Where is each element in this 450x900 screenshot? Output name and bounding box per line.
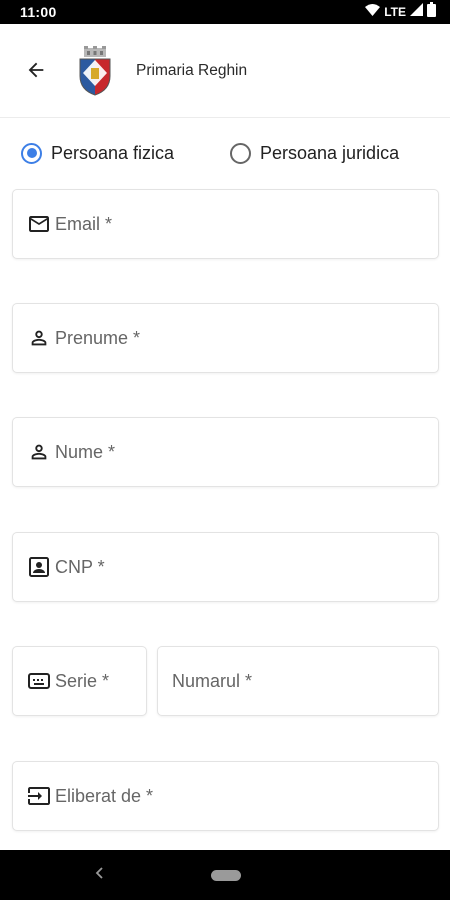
keyboard-icon [26,668,52,694]
system-nav-bar [0,850,450,900]
app-bar: Primaria Reghin [0,24,450,118]
signal-icon [410,3,423,21]
series-field[interactable]: Serie * [12,646,147,716]
cnp-placeholder: CNP * [55,556,105,577]
input-icon [26,783,52,809]
city-crest-logo [78,46,112,96]
number-field[interactable]: Numarul * [157,646,439,716]
status-icons: LTE [365,2,436,22]
status-time: 11:00 [20,4,57,20]
issued-by-placeholder: Eliberat de * [55,785,154,806]
status-bar: 11:00 LTE [0,0,450,24]
id-card-icon [26,554,52,580]
last-name-placeholder: Nume * [55,441,116,462]
email-field[interactable]: Email * [12,189,439,259]
first-name-placeholder: Prenume * [55,327,141,348]
person-icon [26,439,52,465]
person-icon [26,325,52,351]
chevron-left-icon [94,866,106,885]
last-name-field[interactable]: Nume * [12,417,439,487]
issued-by-field[interactable]: Eliberat de * [12,761,439,831]
back-button[interactable] [20,56,52,88]
first-name-field[interactable]: Prenume * [12,303,439,373]
radio-checked-icon[interactable] [21,142,42,164]
nav-home-pill[interactable] [211,870,241,881]
radio-persoana-fizica[interactable]: Persoana fizica [21,136,174,170]
page-title: Primaria Reghin [136,62,248,79]
mail-icon [26,211,52,237]
number-placeholder: Numarul * [172,670,253,691]
radio-unchecked-icon[interactable] [230,142,251,164]
battery-icon [427,2,436,22]
network-type: LTE [384,5,406,19]
series-placeholder: Serie * [55,670,110,691]
wifi-icon [365,3,381,21]
nav-back-button[interactable] [88,863,112,887]
person-type-selector: Persoana fizica Persoana juridica [0,136,450,170]
radio-label: Persoana fizica [51,142,175,163]
email-placeholder: Email * [55,213,113,234]
cnp-field[interactable]: CNP * [12,532,439,602]
radio-persoana-juridica[interactable]: Persoana juridica [230,136,399,170]
radio-label: Persoana juridica [260,142,400,163]
arrow-back-icon [25,59,47,86]
